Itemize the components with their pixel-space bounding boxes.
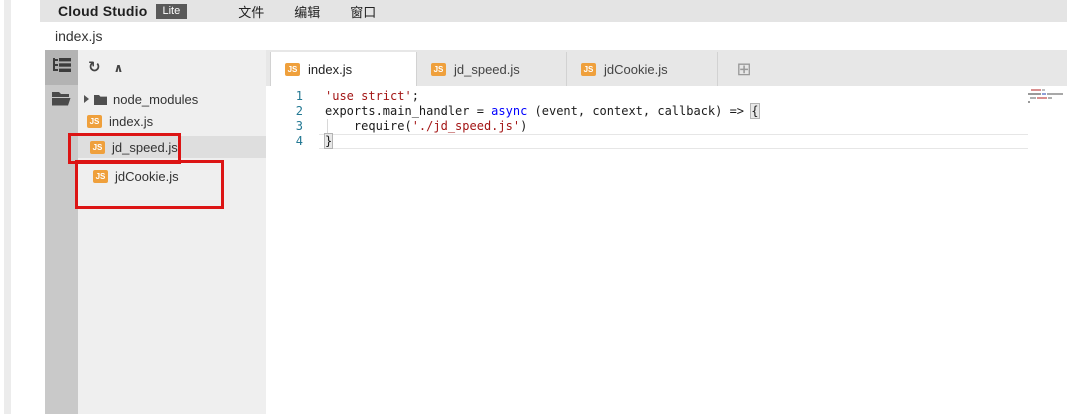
tree-item-index-js[interactable]: JS index.js <box>78 110 266 132</box>
matched-bracket: { <box>751 104 758 118</box>
tab-label: jd_speed.js <box>454 62 520 77</box>
code-text: } <box>303 134 332 149</box>
code-string: './jd_speed.js' <box>412 119 520 133</box>
folder-icon <box>94 94 107 105</box>
lite-badge: Lite <box>156 4 188 19</box>
line-number: 2 <box>266 104 303 119</box>
menu-bar: Cloud Studio Lite 文件编辑窗口 <box>40 0 1067 22</box>
tree-view-icon <box>53 57 71 78</box>
code-plain: ) <box>520 119 527 133</box>
minimap[interactable] <box>1028 86 1067 414</box>
code-plain: ; <box>412 89 419 103</box>
main-area: ↻ ∧ node_modulesJSindex.jsJSjd_speed.jsJ… <box>45 50 1067 414</box>
code-plain: require( <box>325 119 412 133</box>
tab-bar: JS index.js JS jd_speed.js JS jdCookie.js ⊞ <box>266 50 1067 86</box>
line-number: 1 <box>266 89 303 104</box>
tree-item-node_modules[interactable]: node_modules <box>78 88 266 110</box>
code-editor[interactable]: 1'use strict';2exports.main_handler = as… <box>266 86 1067 414</box>
new-tab-button[interactable]: ⊞ <box>718 52 770 86</box>
code-plain: (event, context, callback) => <box>527 104 751 118</box>
cloud-studio-window: Cloud Studio Lite 文件编辑窗口 index.js <box>0 0 1067 414</box>
expand-arrow-icon[interactable] <box>84 95 89 103</box>
code-line: 1'use strict'; <box>266 89 1067 104</box>
explorer-panel: ↻ ∧ node_modulesJSindex.jsJSjd_speed.jsJ… <box>78 50 266 414</box>
explorer-header: ↻ ∧ <box>78 50 266 85</box>
collapse-icon[interactable]: ∧ <box>114 62 124 74</box>
tree-item-label: node_modules <box>113 92 198 107</box>
editor-group: JS index.js JS jd_speed.js JS jdCookie.js ⊞ 1… <box>266 50 1067 414</box>
tree-item-label: index.js <box>109 114 153 129</box>
indent-guide <box>327 119 328 134</box>
js-file-icon: JS <box>285 63 300 76</box>
menu-item-1[interactable]: 编辑 <box>279 0 335 23</box>
code-line: 3 require('./jd_speed.js') <box>266 119 1067 134</box>
tab-index-js[interactable]: JS index.js <box>270 52 417 86</box>
code-text: exports.main_handler = async (event, con… <box>303 104 759 119</box>
activity-bar <box>45 50 78 414</box>
line-number: 4 <box>266 134 303 149</box>
menu-item-2[interactable]: 窗口 <box>335 0 391 23</box>
tab-jd_speed-js[interactable]: JS jd_speed.js <box>417 52 567 86</box>
code-text: 'use strict'; <box>303 89 419 104</box>
code-line: 4} <box>266 134 1067 149</box>
app-logo: Cloud Studio <box>58 3 148 19</box>
breadcrumb: index.js <box>55 28 102 44</box>
js-file-icon: JS <box>87 115 102 128</box>
matched-bracket: } <box>325 134 332 148</box>
js-file-icon: JS <box>431 63 446 76</box>
code-keyword: async <box>491 104 527 118</box>
folder-icon <box>52 91 71 111</box>
code-text: require('./jd_speed.js') <box>303 119 527 134</box>
line-number: 3 <box>266 119 303 134</box>
tab-label: index.js <box>308 62 352 77</box>
explorer-button[interactable] <box>45 88 78 114</box>
menu-list: 文件编辑窗口 <box>223 0 391 23</box>
tree-view-button[interactable] <box>45 50 78 85</box>
code-string: 'use strict' <box>325 89 412 103</box>
code-line: 2exports.main_handler = async (event, co… <box>266 104 1067 119</box>
plus-icon: ⊞ <box>736 59 751 80</box>
refresh-icon[interactable]: ↻ <box>88 60 101 75</box>
tab-jdcookie-js[interactable]: JS jdCookie.js <box>567 52 718 86</box>
menu-item-0[interactable]: 文件 <box>223 0 279 23</box>
tab-label: jdCookie.js <box>604 62 668 77</box>
code-plain: exports.main_handler = <box>325 104 491 118</box>
current-line-highlight <box>319 134 1028 149</box>
page-edge-strip <box>4 0 11 414</box>
breadcrumb-bar: index.js <box>40 22 1067 50</box>
annotation-box-jdcookie-js <box>75 160 224 209</box>
js-file-icon: JS <box>581 63 596 76</box>
